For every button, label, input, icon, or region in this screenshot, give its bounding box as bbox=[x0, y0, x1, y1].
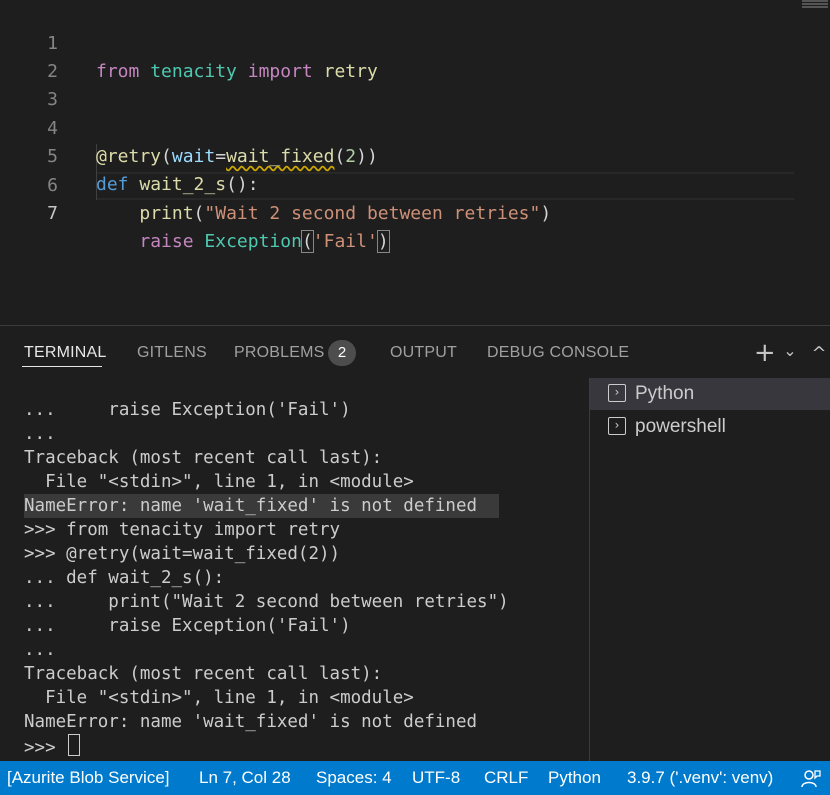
terminal-instance-label: Python bbox=[635, 383, 695, 404]
panel-tab-bar: TERMINAL GITLENS PROBLEMS 2 OUTPUT DEBUG… bbox=[0, 326, 830, 378]
terminal-line-highlighted: NameError: name 'wait_fixed' is not defi… bbox=[24, 494, 500, 518]
status-encoding[interactable]: UTF-8 bbox=[412, 761, 460, 795]
active-tab-indicator bbox=[22, 366, 102, 367]
terminal-line: Traceback (most recent call last): bbox=[24, 448, 383, 468]
panel-actions: + ⌄ ^ bbox=[754, 338, 830, 368]
status-eol[interactable]: CRLF bbox=[484, 761, 528, 795]
paren: ) bbox=[540, 203, 552, 224]
terminal-instance-powershell[interactable]: › powershell bbox=[590, 411, 830, 443]
paren: ( bbox=[193, 203, 205, 224]
terminal-line: File "<stdin>", line 1, in <module> bbox=[24, 472, 414, 492]
tab-debug-console[interactable]: DEBUG CONSOLE bbox=[487, 344, 629, 362]
terminal-line: Traceback (most recent call last): bbox=[24, 664, 383, 684]
terminal-line: NameError: name 'wait_fixed' is not defi… bbox=[24, 712, 478, 732]
bottom-panel: TERMINAL GITLENS PROBLEMS 2 OUTPUT DEBUG… bbox=[0, 326, 830, 761]
tab-output[interactable]: OUTPUT bbox=[390, 344, 457, 362]
terminal-cursor bbox=[68, 734, 81, 756]
bracket-match: ( bbox=[300, 230, 314, 253]
code-line-6[interactable]: 6 print("Wait 2 second between retries") bbox=[0, 144, 830, 224]
status-remote-service[interactable]: [Azurite Blob Service] bbox=[7, 761, 170, 795]
terminal-line: ... bbox=[24, 424, 56, 444]
terminal-instance-label: powershell bbox=[635, 416, 726, 437]
terminal-line: File "<stdin>", line 1, in <module> bbox=[24, 688, 414, 708]
code-line-3[interactable]: 3 bbox=[0, 58, 830, 110]
tab-problems[interactable]: PROBLEMS bbox=[234, 344, 325, 362]
tab-gitlens[interactable]: GITLENS bbox=[137, 344, 207, 362]
status-bar: [Azurite Blob Service] Ln 7, Col 28 Spac… bbox=[0, 761, 830, 795]
terminal-line: >>> @retry(wait=wait_fixed(2)) bbox=[24, 544, 341, 564]
code-editor[interactable]: 1 from tenacity import retry 2 3 4 @retr… bbox=[0, 0, 830, 326]
new-terminal-icon[interactable]: + bbox=[754, 338, 776, 368]
exception-class: Exception bbox=[204, 231, 302, 252]
chevron-down-icon[interactable]: ⌄ bbox=[781, 341, 799, 360]
terminal-line: ... bbox=[24, 640, 56, 660]
terminal-line: >>> from tenacity import retry bbox=[24, 520, 341, 540]
terminal-line: ... print("Wait 2 second between retries… bbox=[24, 592, 509, 612]
terminal-line: ... def wait_2_s(): bbox=[24, 568, 225, 588]
terminal-icon: › bbox=[608, 417, 626, 435]
keyword-raise: raise bbox=[139, 231, 194, 252]
tab-terminal[interactable]: TERMINAL bbox=[24, 344, 107, 362]
terminal-list: › Python › powershell bbox=[590, 378, 830, 761]
maximize-panel-icon[interactable]: ^ bbox=[808, 343, 830, 364]
terminal-output[interactable]: ... raise Exception('Fail') ... Tracebac… bbox=[0, 378, 588, 761]
terminal-prompt: >>> bbox=[24, 738, 67, 758]
bracket-match: ) bbox=[376, 230, 390, 253]
status-interpreter[interactable]: 3.9.7 ('.venv': venv) bbox=[627, 761, 773, 795]
code-line-1[interactable]: 1 from tenacity import retry bbox=[0, 2, 830, 82]
terminal-line: ... raise Exception('Fail') bbox=[24, 400, 351, 420]
status-language[interactable]: Python bbox=[548, 761, 601, 795]
string-literal: "Wait 2 second between retries" bbox=[204, 203, 541, 224]
problems-count-badge: 2 bbox=[328, 340, 356, 366]
terminal-prompt-line[interactable]: >>> bbox=[24, 734, 81, 758]
code-line-7[interactable]: 7 raise Exception('Fail') bbox=[0, 172, 830, 253]
code-line-4[interactable]: 4 @retry(wait=wait_fixed(2)) bbox=[0, 87, 830, 167]
terminal-line: ... raise Exception('Fail') bbox=[24, 616, 351, 636]
feedback-icon[interactable] bbox=[800, 761, 822, 795]
string-literal: 'Fail' bbox=[312, 231, 378, 252]
code-line-5[interactable]: 5 def wait_2_s(): bbox=[0, 115, 830, 195]
terminal-instance-python[interactable]: › Python bbox=[590, 378, 830, 410]
print-call: print bbox=[139, 203, 194, 224]
code-line-2[interactable]: 2 bbox=[0, 30, 830, 82]
terminal-icon: › bbox=[608, 384, 626, 402]
status-indentation[interactable]: Spaces: 4 bbox=[316, 761, 392, 795]
status-cursor-position[interactable]: Ln 7, Col 28 bbox=[199, 761, 291, 795]
line-number: 7 bbox=[47, 203, 58, 224]
